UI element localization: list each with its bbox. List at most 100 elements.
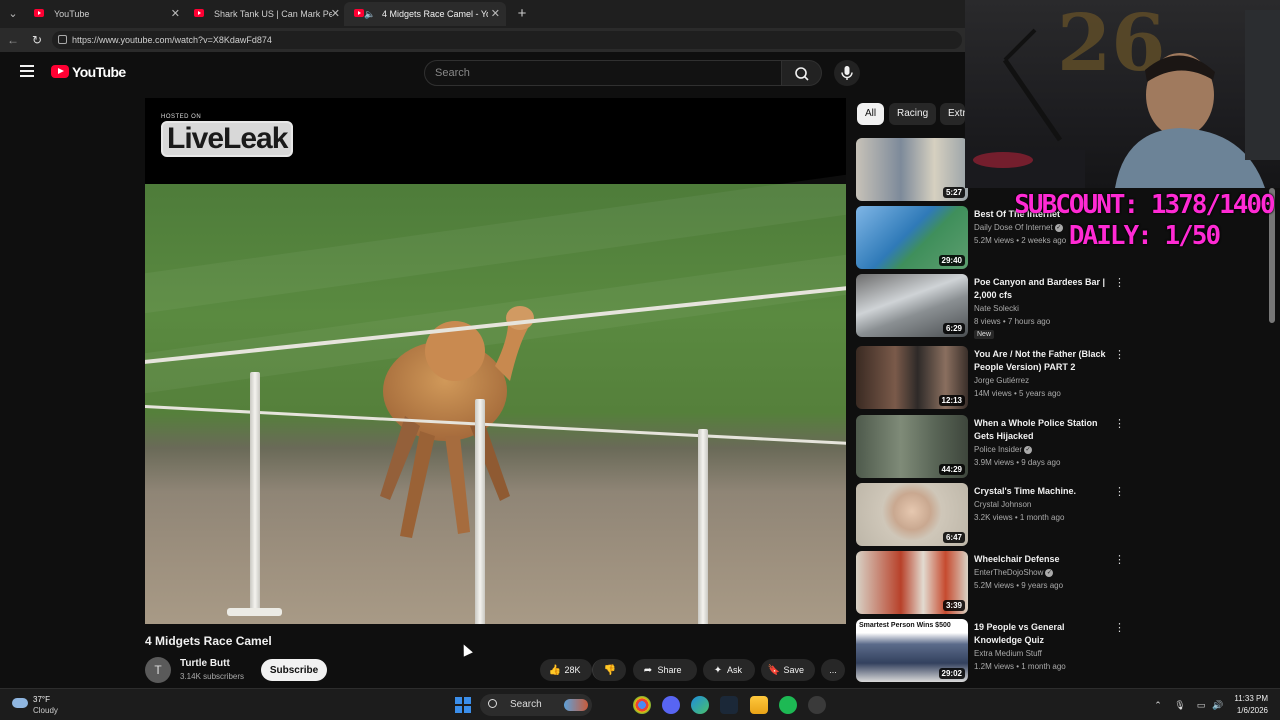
subscribe-button[interactable]: Subscribe xyxy=(261,659,327,681)
daily-text: DAILY: 1/50 xyxy=(1068,221,1221,251)
menu-icon[interactable] xyxy=(20,65,34,77)
steam-icon[interactable] xyxy=(720,696,738,714)
chip-all[interactable]: All xyxy=(857,103,885,125)
channel-name[interactable]: Extra Medium Stuff xyxy=(974,649,1042,658)
tab-close-icon[interactable]: ✕ xyxy=(171,2,180,26)
discord-icon[interactable] xyxy=(662,696,680,714)
address-bar[interactable]: https://www.youtube.com/watch?v=X8KdawFd… xyxy=(52,31,962,49)
display-icon[interactable]: ▭ xyxy=(1195,699,1207,711)
search-input[interactable] xyxy=(435,65,765,81)
recommendation-item[interactable]: 12:13 You Are / Not the Father (Black Pe… xyxy=(856,346,1126,410)
video-meta: 3.2K views • 1 month ago xyxy=(974,513,1065,522)
sparkle-icon: ✦ xyxy=(713,665,723,676)
search-box xyxy=(424,60,782,86)
speaker-icon[interactable]: 🔈 xyxy=(364,2,375,26)
video-thumbnail[interactable]: 6:47 xyxy=(856,483,968,546)
video-title[interactable]: Crystal's Time Machine. xyxy=(974,485,1106,498)
browser-tab-current[interactable]: 🔈 4 Midgets Race Camel - YouTube ✕ xyxy=(344,2,506,26)
video-thumbnail[interactable]: 29:40 xyxy=(856,206,968,269)
video-thumbnail[interactable]: 12:13 xyxy=(856,346,968,409)
tab-close-icon[interactable]: ✕ xyxy=(331,2,340,26)
chevron-up-icon[interactable]: ⌃ xyxy=(1152,699,1164,711)
reload-icon[interactable]: ↻ xyxy=(28,31,46,49)
share-button[interactable]: ➦ Share xyxy=(633,659,697,681)
video-title[interactable]: You Are / Not the Father (Black People V… xyxy=(974,348,1106,374)
more-vertical-icon[interactable]: ⋮ xyxy=(1114,348,1125,361)
browser-tab-shark-tank[interactable]: Shark Tank US | Can Mark Persuade ✕ xyxy=(184,2,346,26)
recommendation-item[interactable]: 3:39 Wheelchair Defense EnterTheDojoShow… xyxy=(856,551,1126,615)
duration-badge: 3:39 xyxy=(942,600,965,611)
search-highlight-icon xyxy=(564,699,588,711)
taskbar-search-label: Search xyxy=(510,699,542,710)
channel-name[interactable]: Crystal Johnson xyxy=(974,500,1031,509)
chrome-icon[interactable] xyxy=(633,696,651,714)
video-player[interactable]: HOSTED ON LiveLeak xyxy=(145,98,846,624)
tab-close-icon[interactable]: ✕ xyxy=(491,2,500,26)
site-info-icon[interactable] xyxy=(58,35,67,44)
channel-label: EnterTheDojoShow xyxy=(974,568,1044,577)
channel-name[interactable]: Jorge Gutiérrez xyxy=(974,376,1029,385)
edge-icon[interactable] xyxy=(691,696,709,714)
video-title[interactable]: 19 People vs General Knowledge Quiz xyxy=(974,621,1106,647)
duration-badge: 6:29 xyxy=(942,323,965,334)
more-vertical-icon[interactable]: ⋮ xyxy=(1114,485,1125,498)
more-vertical-icon[interactable]: ⋮ xyxy=(1114,621,1125,634)
tab-search-icon[interactable]: ⌄ xyxy=(4,5,22,23)
recommendation-item[interactable]: 6:47 Crystal's Time Machine. Crystal Joh… xyxy=(856,483,1126,547)
chip-extreme[interactable]: Extre xyxy=(940,103,965,125)
back-arrow-icon[interactable]: ← xyxy=(4,31,22,49)
bookmark-icon: 🔖 xyxy=(767,665,781,676)
clock-date[interactable]: 1/6/2026 xyxy=(1226,706,1268,715)
video-thumbnail[interactable]: Smartest Person Wins $500 29:02 xyxy=(856,619,968,682)
channel-name[interactable]: Police Insider ✓ xyxy=(974,445,1033,454)
clock-time[interactable]: 11:33 PM xyxy=(1226,694,1268,703)
video-thumbnail[interactable]: 3:39 xyxy=(856,551,968,614)
more-vertical-icon[interactable]: ⋮ xyxy=(1114,276,1125,289)
channel-name[interactable]: Turtle Butt xyxy=(180,658,230,669)
save-button[interactable]: 🔖 Save xyxy=(761,659,815,681)
file-explorer-icon[interactable] xyxy=(750,696,768,714)
video-thumbnail[interactable]: 6:29 xyxy=(856,274,968,337)
fence-post xyxy=(698,429,708,624)
channel-avatar[interactable]: T xyxy=(145,657,171,683)
recommendation-item[interactable]: 6:29 Poe Canyon and Bardees Bar | 2,000 … xyxy=(856,274,1126,339)
weather-temperature[interactable]: 37°F xyxy=(33,695,50,704)
mouse-cursor-icon xyxy=(459,642,473,657)
video-title[interactable]: Poe Canyon and Bardees Bar | 2,000 cfs xyxy=(974,276,1106,302)
video-title[interactable]: When a Whole Police Station Gets Hijacke… xyxy=(974,417,1106,443)
dislike-button[interactable]: 👎 xyxy=(592,659,626,681)
cloud-icon[interactable] xyxy=(12,698,28,708)
channel-name[interactable]: Nate Solecki xyxy=(974,304,1019,313)
microphone-icon[interactable]: 🎙 xyxy=(1174,699,1186,711)
channel-name[interactable]: EnterTheDojoShow ✓ xyxy=(974,568,1054,577)
duration-badge: 12:13 xyxy=(938,395,965,406)
windows-start-icon[interactable] xyxy=(455,697,471,713)
video-thumbnail[interactable]: 5:27 xyxy=(856,138,968,201)
tab-label: YouTube xyxy=(54,9,90,19)
new-tab-button[interactable]: + xyxy=(512,4,532,24)
browser-tab-youtube[interactable]: YouTube ✕ xyxy=(24,2,186,26)
spotify-icon[interactable] xyxy=(779,696,797,714)
sidebar-scrollbar[interactable] xyxy=(1268,188,1276,680)
share-icon: ➦ xyxy=(643,665,653,676)
search-button[interactable] xyxy=(782,60,822,86)
share-label: Share xyxy=(657,665,682,675)
more-vertical-icon[interactable]: ⋮ xyxy=(1114,553,1125,566)
video-title[interactable]: Wheelchair Defense xyxy=(974,553,1106,566)
volume-icon[interactable]: 🔊 xyxy=(1212,699,1224,711)
weather-condition[interactable]: Cloudy xyxy=(33,706,58,715)
chip-racing[interactable]: Racing xyxy=(889,103,937,125)
webcam-scene: 26 xyxy=(965,0,1280,188)
recommendation-item[interactable]: 44:29 When a Whole Police Station Gets H… xyxy=(856,415,1126,479)
voice-search-button[interactable] xyxy=(834,60,860,86)
more-actions-button[interactable]: ... xyxy=(821,659,845,681)
like-button[interactable]: 👍 28K xyxy=(540,659,592,681)
video-thumbnail[interactable]: 44:29 xyxy=(856,415,968,478)
more-vertical-icon[interactable]: ⋮ xyxy=(1114,417,1125,430)
ask-button[interactable]: ✦ Ask xyxy=(703,659,755,681)
liveleak-watermark: HOSTED ON LiveLeak xyxy=(161,114,294,157)
app-icon[interactable] xyxy=(808,696,826,714)
recommendation-item[interactable]: Smartest Person Wins $500 29:02 19 Peopl… xyxy=(856,619,1126,683)
taskbar-search[interactable]: Search xyxy=(480,694,592,716)
watermark-text: LiveLeak xyxy=(161,121,294,157)
